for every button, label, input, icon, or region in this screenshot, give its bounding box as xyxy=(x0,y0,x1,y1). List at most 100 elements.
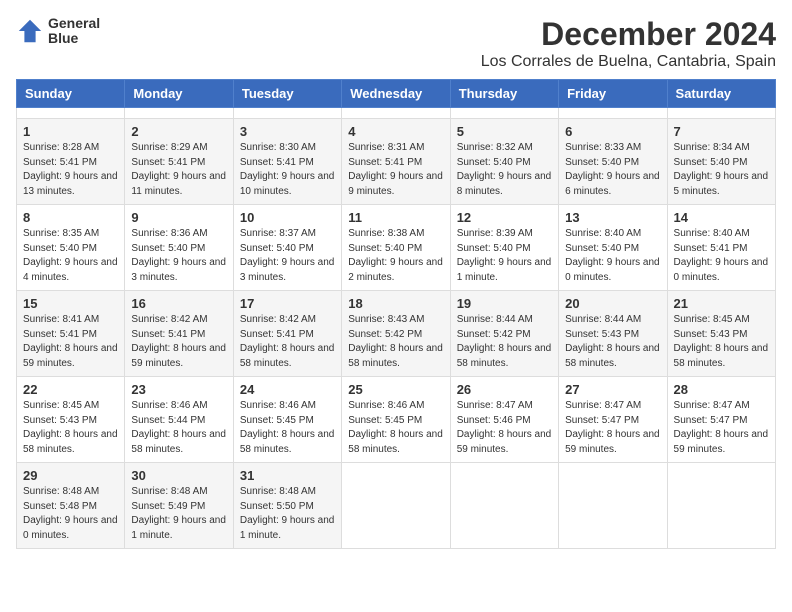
col-tuesday: Tuesday xyxy=(233,80,341,108)
day-info: Sunrise: 8:46 AM Sunset: 5:45 PM Dayligh… xyxy=(348,399,443,457)
calendar-cell: 16Sunrise: 8:42 AM Sunset: 5:41 PM Dayli… xyxy=(125,291,233,377)
calendar-cell xyxy=(450,108,558,119)
calendar-cell: 15Sunrise: 8:41 AM Sunset: 5:41 PM Dayli… xyxy=(17,291,125,377)
calendar-cell xyxy=(559,463,667,549)
page-header: General Blue December 2024 Los Corrales … xyxy=(16,16,776,71)
day-info: Sunrise: 8:42 AM Sunset: 5:41 PM Dayligh… xyxy=(240,313,335,371)
day-info: Sunrise: 8:35 AM Sunset: 5:40 PM Dayligh… xyxy=(23,227,118,285)
day-number: 13 xyxy=(565,210,660,225)
calendar-cell: 17Sunrise: 8:42 AM Sunset: 5:41 PM Dayli… xyxy=(233,291,341,377)
day-info: Sunrise: 8:44 AM Sunset: 5:43 PM Dayligh… xyxy=(565,313,660,371)
calendar-cell: 22 Sunrise: 8:45 AM Sunset: 5:43 PM Dayli… xyxy=(17,377,125,463)
day-info: Sunrise: 8:47 AM Sunset: 5:47 PM Dayligh… xyxy=(565,399,660,457)
calendar-cell xyxy=(559,108,667,119)
calendar-cell: 9 Sunrise: 8:36 AM Sunset: 5:40 PM Daylig… xyxy=(125,205,233,291)
subtitle: Los Corrales de Buelna, Cantabria, Spain xyxy=(481,53,776,71)
day-number: 15 xyxy=(23,296,118,311)
day-info: Sunrise: 8:39 AM Sunset: 5:40 PM Dayligh… xyxy=(457,227,552,285)
col-wednesday: Wednesday xyxy=(342,80,450,108)
calendar-cell: 28 Sunrise: 8:47 AM Sunset: 5:47 PM Dayli… xyxy=(667,377,775,463)
day-number: 4 xyxy=(348,124,443,139)
calendar-cell: 18Sunrise: 8:43 AM Sunset: 5:42 PM Dayli… xyxy=(342,291,450,377)
calendar-week-row xyxy=(17,108,776,119)
day-number: 8 xyxy=(23,210,118,225)
day-number: 29 xyxy=(23,468,118,483)
calendar-cell: 2Sunrise: 8:29 AM Sunset: 5:41 PM Daylig… xyxy=(125,119,233,205)
calendar-cell: 30 Sunrise: 8:48 AM Sunset: 5:49 PM Dayli… xyxy=(125,463,233,549)
calendar-table: Sunday Monday Tuesday Wednesday Thursday… xyxy=(16,79,776,549)
calendar-cell xyxy=(667,108,775,119)
calendar-cell: 4 Sunrise: 8:31 AM Sunset: 5:41 PM Daylig… xyxy=(342,119,450,205)
calendar-cell: 11 Sunrise: 8:38 AM Sunset: 5:40 PM Dayli… xyxy=(342,205,450,291)
day-info: Sunrise: 8:48 AM Sunset: 5:48 PM Dayligh… xyxy=(23,485,118,543)
calendar-week-row: 29 Sunrise: 8:48 AM Sunset: 5:48 PM Dayli… xyxy=(17,463,776,549)
calendar-cell: 25Sunrise: 8:46 AM Sunset: 5:45 PM Dayli… xyxy=(342,377,450,463)
day-number: 11 xyxy=(348,210,443,225)
day-number: 9 xyxy=(131,210,226,225)
calendar-cell: 14 Sunrise: 8:40 AM Sunset: 5:41 PM Dayli… xyxy=(667,205,775,291)
col-monday: Monday xyxy=(125,80,233,108)
calendar-cell: 8 Sunrise: 8:35 AM Sunset: 5:40 PM Daylig… xyxy=(17,205,125,291)
day-info: Sunrise: 8:44 AM Sunset: 5:42 PM Dayligh… xyxy=(457,313,552,371)
day-info: Sunrise: 8:33 AM Sunset: 5:40 PM Dayligh… xyxy=(565,141,660,199)
calendar-cell: 19 Sunrise: 8:44 AM Sunset: 5:42 PM Dayli… xyxy=(450,291,558,377)
calendar-cell: 20 Sunrise: 8:44 AM Sunset: 5:43 PM Dayli… xyxy=(559,291,667,377)
day-info: Sunrise: 8:46 AM Sunset: 5:44 PM Dayligh… xyxy=(131,399,226,457)
day-info: Sunrise: 8:42 AM Sunset: 5:41 PM Dayligh… xyxy=(131,313,226,371)
day-number: 27 xyxy=(565,382,660,397)
col-thursday: Thursday xyxy=(450,80,558,108)
calendar-week-row: 8 Sunrise: 8:35 AM Sunset: 5:40 PM Daylig… xyxy=(17,205,776,291)
day-info: Sunrise: 8:45 AM Sunset: 5:43 PM Dayligh… xyxy=(674,313,769,371)
day-number: 19 xyxy=(457,296,552,311)
main-title: December 2024 xyxy=(481,16,776,53)
calendar-cell xyxy=(342,463,450,549)
day-info: Sunrise: 8:46 AM Sunset: 5:45 PM Dayligh… xyxy=(240,399,335,457)
day-number: 21 xyxy=(674,296,769,311)
calendar-cell: 29 Sunrise: 8:48 AM Sunset: 5:48 PM Dayli… xyxy=(17,463,125,549)
day-number: 22 xyxy=(23,382,118,397)
calendar-cell xyxy=(667,463,775,549)
calendar-cell: 23 Sunrise: 8:46 AM Sunset: 5:44 PM Dayli… xyxy=(125,377,233,463)
day-info: Sunrise: 8:47 AM Sunset: 5:47 PM Dayligh… xyxy=(674,399,769,457)
day-info: Sunrise: 8:45 AM Sunset: 5:43 PM Dayligh… xyxy=(23,399,118,457)
day-info: Sunrise: 8:30 AM Sunset: 5:41 PM Dayligh… xyxy=(240,141,335,199)
day-number: 24 xyxy=(240,382,335,397)
day-number: 14 xyxy=(674,210,769,225)
calendar-cell: 31 Sunrise: 8:48 AM Sunset: 5:50 PM Dayli… xyxy=(233,463,341,549)
calendar-cell xyxy=(17,108,125,119)
calendar-cell: 27 Sunrise: 8:47 AM Sunset: 5:47 PM Dayli… xyxy=(559,377,667,463)
logo-icon xyxy=(16,17,44,45)
day-info: Sunrise: 8:40 AM Sunset: 5:41 PM Dayligh… xyxy=(674,227,769,285)
day-number: 31 xyxy=(240,468,335,483)
day-number: 20 xyxy=(565,296,660,311)
day-number: 30 xyxy=(131,468,226,483)
day-number: 6 xyxy=(565,124,660,139)
day-info: Sunrise: 8:31 AM Sunset: 5:41 PM Dayligh… xyxy=(348,141,443,199)
calendar-cell: 21 Sunrise: 8:45 AM Sunset: 5:43 PM Dayli… xyxy=(667,291,775,377)
day-number: 28 xyxy=(674,382,769,397)
calendar-cell xyxy=(450,463,558,549)
day-info: Sunrise: 8:28 AM Sunset: 5:41 PM Dayligh… xyxy=(23,141,118,199)
day-number: 10 xyxy=(240,210,335,225)
day-info: Sunrise: 8:38 AM Sunset: 5:40 PM Dayligh… xyxy=(348,227,443,285)
calendar-cell: 10 Sunrise: 8:37 AM Sunset: 5:40 PM Dayli… xyxy=(233,205,341,291)
day-info: Sunrise: 8:48 AM Sunset: 5:50 PM Dayligh… xyxy=(240,485,335,543)
day-info: Sunrise: 8:34 AM Sunset: 5:40 PM Dayligh… xyxy=(674,141,769,199)
day-info: Sunrise: 8:36 AM Sunset: 5:40 PM Dayligh… xyxy=(131,227,226,285)
calendar-cell xyxy=(233,108,341,119)
calendar-cell: 7Sunrise: 8:34 AM Sunset: 5:40 PM Daylig… xyxy=(667,119,775,205)
col-friday: Friday xyxy=(559,80,667,108)
day-number: 2 xyxy=(131,124,226,139)
day-info: Sunrise: 8:48 AM Sunset: 5:49 PM Dayligh… xyxy=(131,485,226,543)
calendar-cell: 3Sunrise: 8:30 AM Sunset: 5:41 PM Daylig… xyxy=(233,119,341,205)
calendar-cell xyxy=(125,108,233,119)
day-info: Sunrise: 8:47 AM Sunset: 5:46 PM Dayligh… xyxy=(457,399,552,457)
day-info: Sunrise: 8:37 AM Sunset: 5:40 PM Dayligh… xyxy=(240,227,335,285)
calendar-cell: 1Sunrise: 8:28 AM Sunset: 5:41 PM Daylig… xyxy=(17,119,125,205)
calendar-cell: 13Sunrise: 8:40 AM Sunset: 5:40 PM Dayli… xyxy=(559,205,667,291)
day-number: 23 xyxy=(131,382,226,397)
day-number: 26 xyxy=(457,382,552,397)
day-number: 18 xyxy=(348,296,443,311)
col-saturday: Saturday xyxy=(667,80,775,108)
calendar-cell: 24 Sunrise: 8:46 AM Sunset: 5:45 PM Dayli… xyxy=(233,377,341,463)
